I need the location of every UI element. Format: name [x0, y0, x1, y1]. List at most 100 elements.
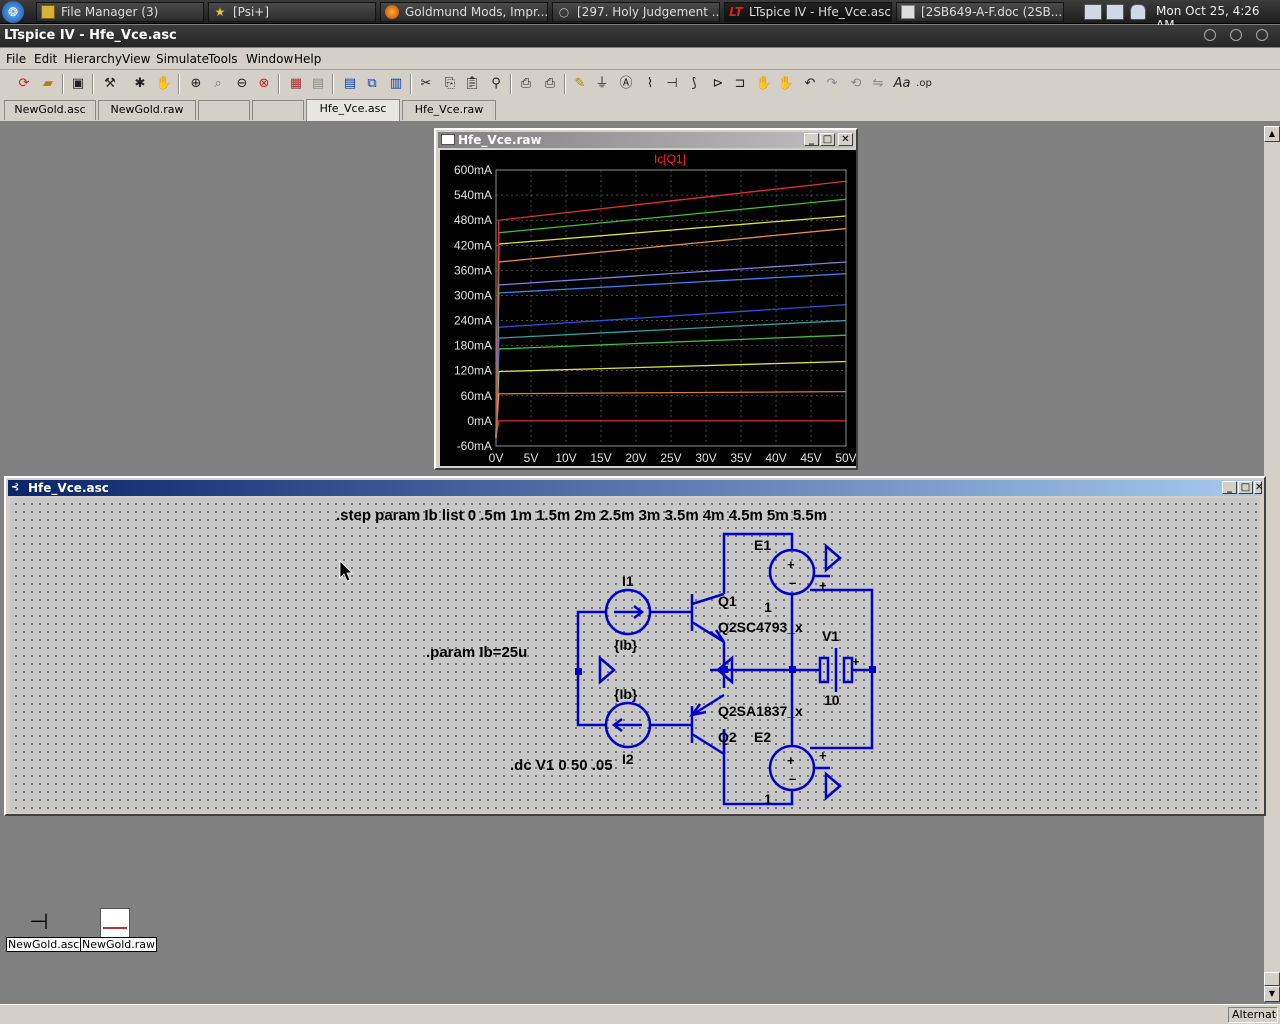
tab-newgold-asc[interactable]: NewGold.asc — [4, 100, 96, 120]
schematic-close-button[interactable]: ✕ — [1254, 481, 1263, 494]
control-panel-icon[interactable]: ⚒ — [100, 74, 120, 94]
find-icon[interactable]: ⚲ — [486, 74, 506, 94]
schematic-maximize-button[interactable]: □ — [1238, 481, 1253, 494]
current-source-i2[interactable] — [604, 701, 652, 749]
zoom-in-icon[interactable]: ⊕ — [186, 74, 206, 94]
task-firefox[interactable]: Goldmund Mods, Impr... — [380, 2, 548, 22]
label-v1[interactable]: V1 — [822, 628, 839, 644]
current-source-i1[interactable] — [604, 588, 652, 636]
label-e1-gain[interactable]: 1 — [764, 599, 772, 615]
menu-view[interactable]: View — [122, 52, 150, 66]
label-i2[interactable]: I2 — [622, 751, 634, 767]
task-file-manager[interactable]: File Manager (3) — [36, 2, 204, 22]
label-e2-gain[interactable]: 1 — [764, 791, 772, 807]
run-icon[interactable]: ✱ — [130, 74, 150, 94]
schematic-svg[interactable]: .step param Ib list 0 .5m 1m 1.5m 2m 2.5… — [10, 498, 1260, 812]
menu-window[interactable]: Window — [246, 52, 293, 66]
copy-icon[interactable]: ⎘ — [440, 74, 460, 94]
minimized-newgold-raw[interactable]: NewGold.raw — [80, 908, 158, 952]
tab-blank-2[interactable] — [252, 100, 304, 120]
scroll-down-icon[interactable]: ▼ — [1264, 986, 1280, 1002]
label-v1-value[interactable]: 10 — [824, 692, 840, 708]
zoom-out-icon[interactable]: ⊖ — [232, 74, 252, 94]
pan-icon[interactable]: ⌕ — [208, 74, 228, 94]
label-e2[interactable]: E2 — [754, 729, 771, 745]
label-q2-model[interactable]: Q2SA1837_x — [718, 703, 803, 719]
menu-tools[interactable]: Tools — [208, 52, 238, 66]
move-icon[interactable]: ✋ — [754, 74, 774, 94]
inductor-icon[interactable]: ⟆ — [684, 74, 704, 94]
close-button[interactable] — [1256, 29, 1268, 41]
cascade-icon[interactable]: ⧉ — [362, 74, 382, 94]
plot-maximize-button[interactable]: □ — [820, 133, 835, 146]
resistor-icon[interactable]: ⌇ — [640, 74, 660, 94]
menu-file[interactable]: File — [6, 52, 26, 66]
tab-hfe-vce-raw[interactable]: Hfe_Vce.raw — [402, 100, 496, 120]
task-holy-judgement[interactable]: ○ [297. Holy Judgement ... — [552, 2, 720, 22]
task-psi[interactable]: ★ [Psi+] — [208, 2, 376, 22]
waveform-chart-svg[interactable]: Ic[Q1] 0V 5V 10V 15V 20V 25V 30V 35V 40V 45V 50V 60… — [440, 150, 857, 466]
task-document[interactable]: [2SB649-A-F.doc (2SB... — [896, 2, 1064, 22]
label-q2[interactable]: Q2 — [718, 729, 737, 745]
paste-icon[interactable]: 📋︎ — [462, 74, 482, 94]
autorange-icon[interactable]: ▦ — [286, 74, 306, 94]
cut-icon[interactable]: ✂ — [416, 74, 436, 94]
delete-trace-icon[interactable]: ▤ — [308, 74, 328, 94]
label-q1[interactable]: Q1 — [718, 593, 737, 609]
spice-directive-icon[interactable]: .op — [914, 74, 934, 94]
battery-v1[interactable] — [818, 648, 854, 692]
scroll-up-icon[interactable]: ▲ — [1264, 126, 1280, 142]
menu-hierarchy[interactable]: Hierarchy — [64, 52, 122, 66]
ground-icon[interactable]: ⏚ — [592, 74, 612, 94]
zoom-fit-icon[interactable]: ⊗ — [254, 74, 274, 94]
print-icon[interactable]: ⎙ — [540, 74, 560, 94]
menu-help[interactable]: Help — [294, 52, 321, 66]
component-icon[interactable]: ⊐ — [730, 74, 750, 94]
tab-newgold-raw[interactable]: NewGold.raw — [98, 100, 196, 120]
maximize-button[interactable] — [1230, 29, 1242, 41]
tab-hfe-vce-asc[interactable]: Hfe_Vce.asc — [306, 99, 400, 121]
rotate-icon[interactable]: ⟲ — [846, 74, 866, 94]
open-folder-icon[interactable]: ▰ — [38, 74, 58, 94]
waveform-plot[interactable]: Ic[Q1] 0V 5V 10V 15V 20V 25V 30V 35V 40V 45V 50V 60… — [440, 150, 857, 466]
scroll-thumb[interactable] — [1264, 972, 1280, 986]
monitor-icon[interactable] — [1084, 4, 1102, 20]
schematic-window-titlebar[interactable]: ⊰ Hfe_Vce.asc _ □ ✕ — [8, 480, 1263, 496]
drag-icon[interactable]: ✋ — [776, 74, 796, 94]
tile-vertical-icon[interactable]: ▥ — [386, 74, 406, 94]
start-menu-icon[interactable]: ❂ — [2, 1, 24, 23]
plot-close-button[interactable]: ✕ — [838, 133, 853, 146]
step-directive[interactable]: .step param Ib list 0 .5m 1m 1.5m 2m 2.5… — [336, 507, 827, 524]
redo-icon[interactable]: ↷ — [822, 74, 842, 94]
text-icon[interactable]: Aa — [892, 74, 912, 94]
usb-icon[interactable] — [1130, 4, 1146, 20]
waveform-window-titlebar[interactable]: Hfe_Vce.raw _ □ ✕ — [438, 132, 854, 148]
save-icon[interactable]: ▣ — [68, 74, 88, 94]
wire-icon[interactable]: ✎ — [570, 74, 590, 94]
param-directive[interactable]: .param Ib=25u — [426, 644, 527, 661]
schematic-canvas[interactable]: .step param Ib list 0 .5m 1m 1.5m 2m 2.5… — [10, 498, 1260, 812]
plot-minimize-button[interactable]: _ — [804, 133, 819, 146]
minimized-newgold-asc[interactable]: ⊣ NewGold.asc — [6, 908, 82, 952]
task-ltspice[interactable]: LT LTspice IV - Hfe_Vce.asc — [724, 2, 892, 22]
capacitor-icon[interactable]: ⊣ — [662, 74, 682, 94]
vertical-scrollbar[interactable]: ▲ ▼ — [1264, 126, 1280, 1002]
undo-icon[interactable]: ↶ — [800, 74, 820, 94]
label-i1[interactable]: I1 — [622, 573, 634, 589]
label-q1-model[interactable]: Q2SC4793_x — [718, 619, 803, 635]
halt-icon[interactable]: ✋ — [154, 74, 174, 94]
minimize-button[interactable] — [1204, 29, 1216, 41]
chart-title[interactable]: Ic[Q1] — [654, 152, 686, 166]
tab-blank-1[interactable] — [198, 100, 250, 120]
menu-edit[interactable]: Edit — [34, 52, 57, 66]
menu-simulate[interactable]: Simulate — [156, 52, 209, 66]
network-icon[interactable] — [1106, 4, 1124, 20]
mirror-icon[interactable]: ⇋ — [868, 74, 888, 94]
label-i1-value[interactable]: {Ib} — [614, 637, 638, 653]
tile-horizontal-icon[interactable]: ▤ — [340, 74, 360, 94]
dc-directive[interactable]: .dc V1 0 50 .05 — [510, 757, 613, 774]
print-setup-icon[interactable]: ⎙ — [516, 74, 536, 94]
open-schematic-icon[interactable]: ⟳ — [14, 74, 34, 94]
diode-icon[interactable]: ⊳ — [708, 74, 728, 94]
label-i2-value[interactable]: {Ib} — [614, 686, 638, 702]
